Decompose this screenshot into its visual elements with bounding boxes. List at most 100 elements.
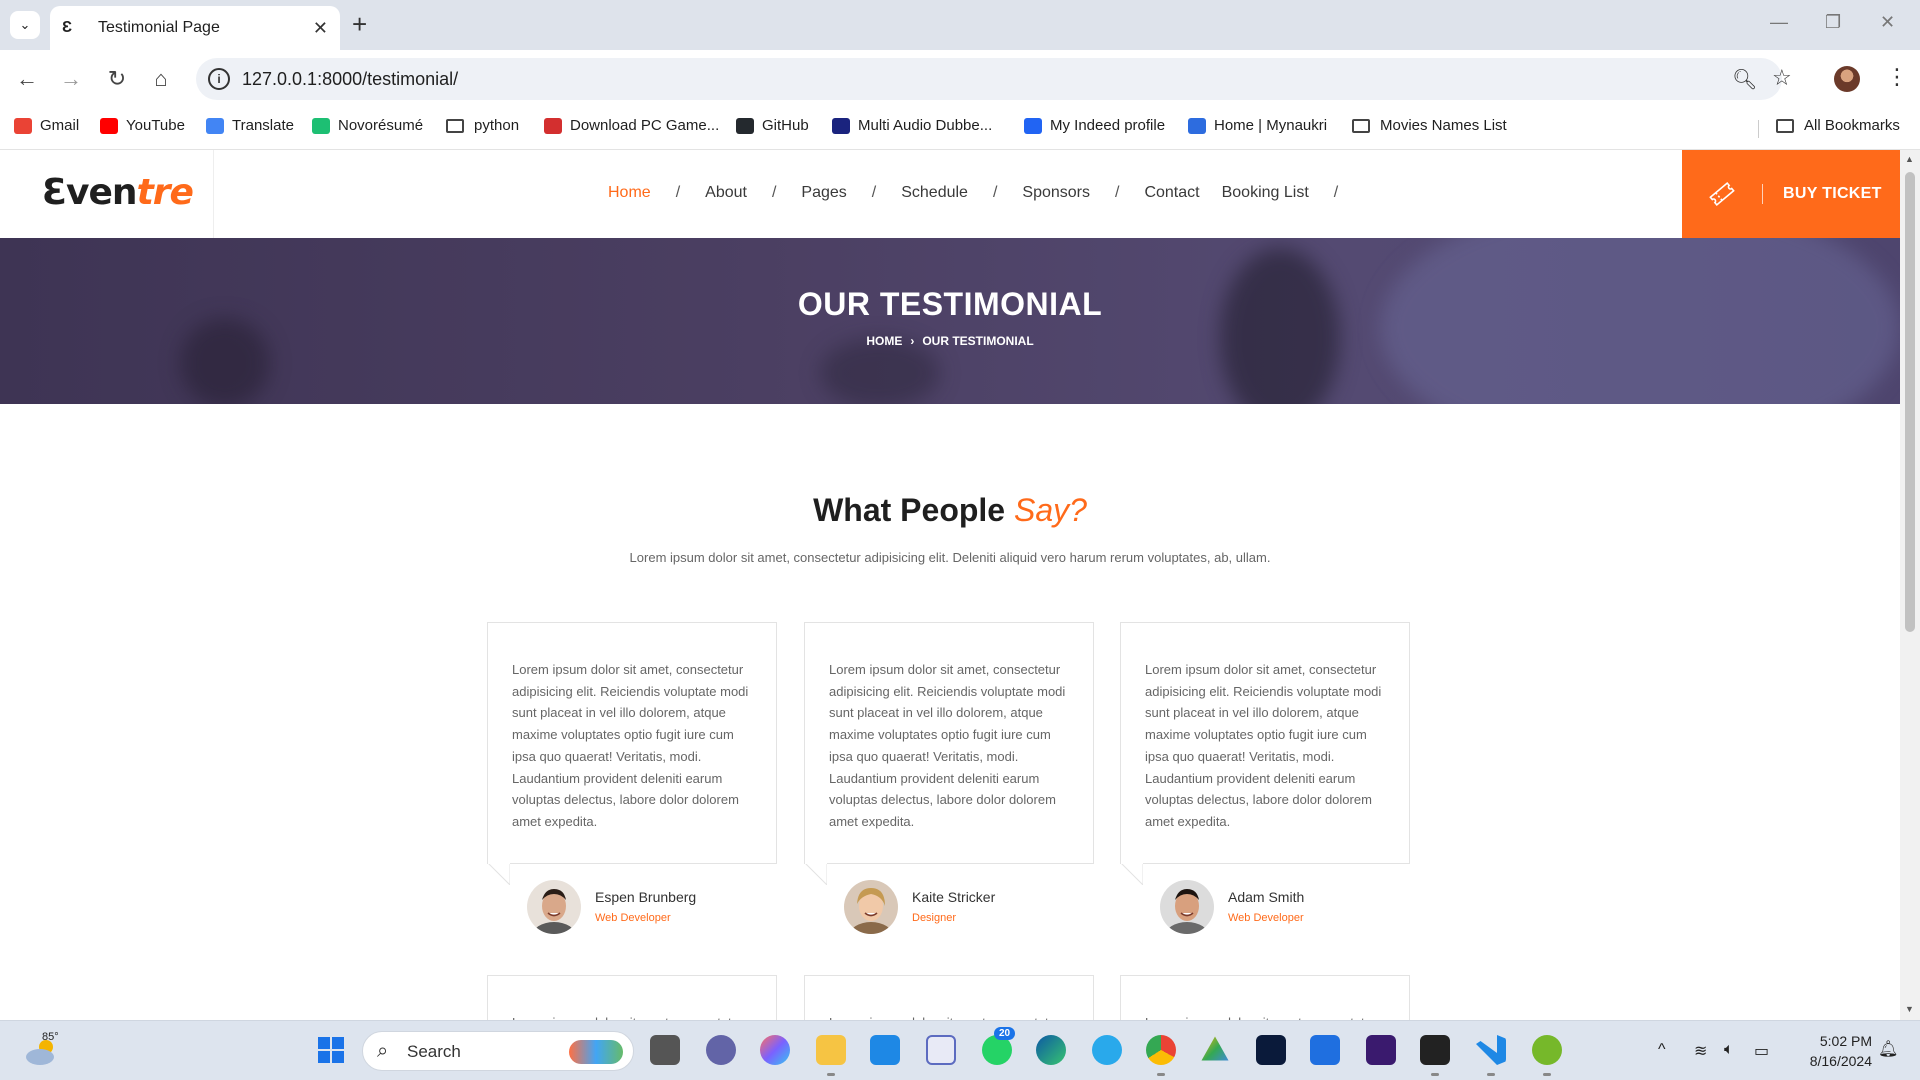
url-text[interactable]: 127.0.0.1:8000/testimonial/ xyxy=(242,69,458,90)
page-scrollbar[interactable]: ▲ ▼ xyxy=(1900,150,1920,1020)
running-indicator xyxy=(827,1073,835,1076)
teams-icon[interactable] xyxy=(706,1035,736,1065)
breadcrumb: HOME › OUR TESTIMONIAL xyxy=(0,334,1900,348)
logo-text: Ɛven xyxy=(42,172,138,213)
telegram-icon[interactable] xyxy=(1092,1035,1122,1065)
testimonial-quote-box: Lorem ipsum dolor sit amet, consectetur … xyxy=(1120,622,1410,885)
battery-icon[interactable]: ▭ xyxy=(1754,1041,1769,1061)
ms-store-icon[interactable] xyxy=(870,1035,900,1065)
bookmark-item[interactable]: Gmail xyxy=(14,117,79,134)
scroll-down-icon[interactable]: ▼ xyxy=(1905,1004,1914,1014)
testimonial-author: Espen Brunberg Web Developer xyxy=(487,864,777,944)
testimonial-text: Lorem ipsum dolor sit amet, consectetur xyxy=(1145,1012,1385,1020)
new-tab-icon[interactable]: + xyxy=(352,10,367,38)
bookmark-item[interactable]: Translate xyxy=(206,117,294,134)
menu-icon[interactable]: ⋮ xyxy=(1886,64,1908,90)
snipping-tool-icon[interactable] xyxy=(926,1035,956,1065)
bookmark-label: GitHub xyxy=(762,117,809,134)
bookmark-item[interactable]: YouTube xyxy=(100,117,185,134)
all-bookmarks-button[interactable]: All Bookmarks xyxy=(1776,117,1900,134)
file-explorer-icon[interactable] xyxy=(816,1035,846,1065)
bookmark-item[interactable]: Download PC Game... xyxy=(544,117,719,134)
utorrent-icon[interactable] xyxy=(1532,1035,1562,1065)
author-role: Web Developer xyxy=(595,912,671,924)
notification-badge: 20 xyxy=(994,1027,1016,1040)
terminal-icon[interactable] xyxy=(1420,1035,1450,1065)
back-icon[interactable]: ← xyxy=(12,64,42,94)
site-logo[interactable]: Ɛventre xyxy=(42,172,194,213)
scroll-up-icon[interactable]: ▲ xyxy=(1905,154,1914,164)
bookmark-item[interactable]: Movies Names List xyxy=(1352,117,1507,134)
scroll-thumb[interactable] xyxy=(1905,172,1915,632)
reload-icon[interactable]: ↻ xyxy=(102,64,132,94)
search-highlight-image xyxy=(569,1040,623,1064)
close-icon[interactable]: ✕ xyxy=(313,18,328,39)
section-title-main: What People xyxy=(813,492,1006,528)
author-role: Designer xyxy=(912,912,957,924)
chrome-icon[interactable] xyxy=(1146,1035,1176,1065)
folder-icon xyxy=(446,118,464,133)
hero-banner: OUR TESTIMONIAL HOME › OUR TESTIMONIAL xyxy=(0,238,1900,404)
naukri-icon xyxy=(1188,117,1206,134)
google-drive-icon[interactable] xyxy=(1201,1036,1229,1061)
bookmark-item[interactable]: python xyxy=(446,117,519,134)
tab-testimonial-page[interactable]: Ɛ Testimonial Page ✕ xyxy=(50,6,340,50)
disney-plus-icon[interactable] xyxy=(1256,1035,1286,1065)
bookmark-label: Download PC Game... xyxy=(570,117,720,134)
zoom-icon[interactable]: 🔍︎ xyxy=(1732,67,1757,92)
window-close-icon[interactable]: ✕ xyxy=(1880,12,1895,33)
wifi-icon[interactable]: ≋ xyxy=(1694,1041,1707,1061)
bookmark-item[interactable]: Home | Mynaukri xyxy=(1188,117,1327,134)
hero-title: OUR TESTIMONIAL xyxy=(797,286,1103,322)
testimonial-text: Lorem ipsum dolor sit amet, consectetur xyxy=(829,1012,1069,1020)
testimonial-quote-box: Lorem ipsum dolor sit amet, consectetur xyxy=(1120,975,1410,1020)
testimonial-text: Lorem ipsum dolor sit amet, consectetur xyxy=(512,1012,752,1020)
bookmark-item[interactable]: Novorésumé xyxy=(312,117,423,134)
nav-home[interactable]: Home xyxy=(608,184,651,202)
home-icon[interactable]: ⌂ xyxy=(146,64,176,94)
site-info-icon[interactable]: i xyxy=(208,68,230,90)
nav-about[interactable]: About xyxy=(705,184,747,202)
avatar xyxy=(527,880,581,934)
vscode-icon[interactable] xyxy=(1476,1035,1506,1065)
bookmark-item[interactable]: GitHub xyxy=(736,117,809,134)
testimonial-card: Lorem ipsum dolor sit amet, consectetur xyxy=(1120,975,1410,1020)
nav-contact[interactable]: Contact xyxy=(1144,184,1199,202)
tab-search-button[interactable]: ⌄ xyxy=(10,11,40,39)
bookmarks-bar: Gmail YouTube Translate Novorésumé python Dow… xyxy=(0,108,1920,150)
author-role: Web Developer xyxy=(1228,912,1304,924)
forward-icon[interactable]: → xyxy=(56,64,86,94)
buy-ticket-button[interactable]: BUY TICKET xyxy=(1682,150,1900,238)
bookmark-item[interactable]: My Indeed profile xyxy=(1024,117,1165,134)
testimonial-text: Lorem ipsum dolor sit amet, consectetur … xyxy=(829,662,1066,829)
star-icon[interactable]: ☆ xyxy=(1772,65,1792,91)
nav-sponsors[interactable]: Sponsors xyxy=(1022,184,1090,202)
task-view-icon[interactable] xyxy=(650,1035,680,1065)
windows-start-icon[interactable] xyxy=(316,1035,346,1065)
tab-favicon: Ɛ xyxy=(62,19,73,36)
restore-icon[interactable]: ❐ xyxy=(1825,12,1841,33)
prime-video-icon[interactable] xyxy=(1310,1035,1340,1065)
nav-pages[interactable]: Pages xyxy=(801,184,846,202)
nav-separator: / xyxy=(871,184,877,201)
clock[interactable]: 5:02 PM 8/16/2024 xyxy=(1792,1031,1872,1071)
breadcrumb-home[interactable]: HOME xyxy=(866,334,902,348)
testimonial-card: Lorem ipsum dolor sit amet, consectetur … xyxy=(487,622,777,944)
nav-schedule[interactable]: Schedule xyxy=(901,184,968,202)
novoresume-icon xyxy=(312,117,330,134)
bookmark-item[interactable]: Multi Audio Dubbe... xyxy=(832,117,992,134)
copilot-icon[interactable] xyxy=(760,1035,790,1065)
nav-booking-list[interactable]: Booking List xyxy=(1222,184,1309,202)
minimize-icon[interactable]: — xyxy=(1770,12,1788,33)
taskbar-search[interactable]: ⌕ Search xyxy=(362,1031,634,1071)
bookmark-label: Multi Audio Dubbe... xyxy=(858,117,993,134)
edge-icon[interactable] xyxy=(1036,1035,1066,1065)
search-icon: ⌕ xyxy=(377,1040,389,1062)
volume-icon[interactable]: 🔈︎ xyxy=(1724,1041,1734,1059)
amazon-music-icon[interactable] xyxy=(1366,1035,1396,1065)
notification-bell-icon[interactable]: 🔔︎ xyxy=(1878,1039,1898,1059)
profile-avatar[interactable] xyxy=(1834,66,1860,92)
address-bar[interactable]: i 127.0.0.1:8000/testimonial/ 🔍︎ ☆ xyxy=(196,58,1792,100)
testimonial-card: Lorem ipsum dolor sit amet, consectetur … xyxy=(1120,622,1410,944)
tray-overflow-icon[interactable]: ^ xyxy=(1658,1041,1666,1059)
